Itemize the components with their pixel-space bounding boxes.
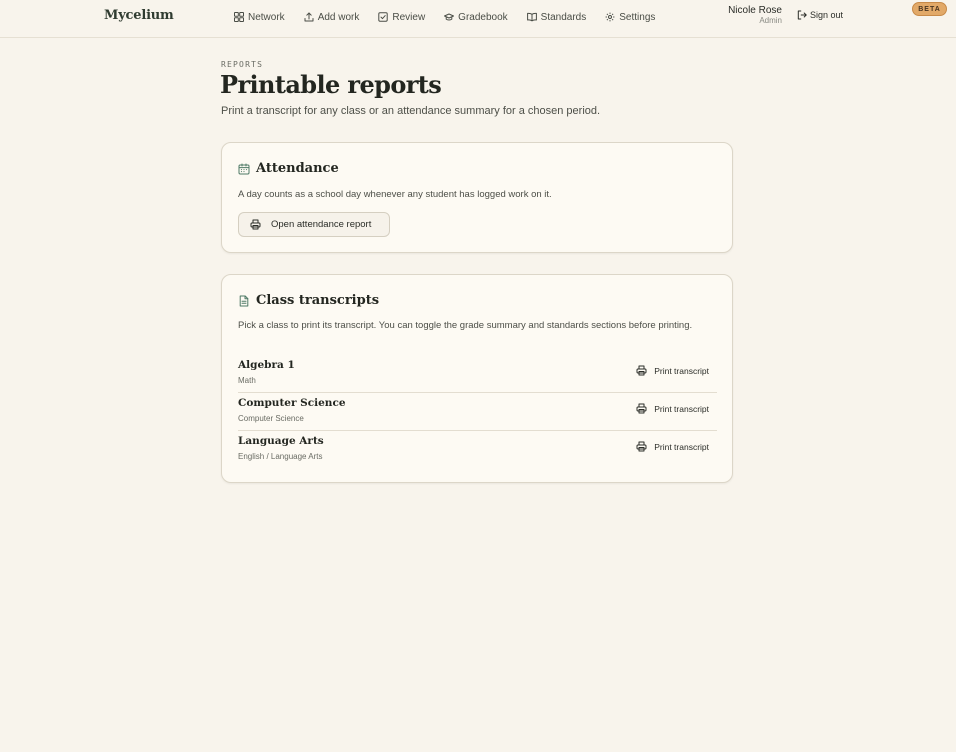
nav-network-label: Network [248,11,285,23]
nav-review[interactable]: Review [378,10,425,24]
sign-out-icon [797,10,807,20]
book-open-icon [526,12,537,22]
page-eyebrow: REPORTS [221,60,264,69]
nav-standards-label: Standards [540,11,587,23]
transcripts-title: Class transcripts [256,293,380,308]
calendar-icon [238,163,250,174]
open-attendance-report-button[interactable]: Open attendance report [238,212,390,237]
print-transcript-label: Print transcript [654,403,709,414]
transcripts-card: Class transcripts Pick a class to print … [221,274,733,483]
class-subject: Computer Science [238,414,304,423]
open-attendance-report-label: Open attendance report [271,219,372,230]
page-title: Printable reports [220,70,442,99]
printer-icon [636,441,647,452]
transcript-row: Algebra 1 Math Print transcript [238,355,717,393]
graduation-cap-icon [444,13,455,21]
print-transcript-label: Print transcript [654,365,709,376]
transcript-row: Computer Science Computer Science Print … [238,393,717,431]
transcript-list: Algebra 1 Math Print transcript Computer… [238,355,717,469]
user-role: Admin [759,16,782,25]
nav-review-label: Review [392,11,426,23]
beta-badge: BETA [912,2,947,16]
document-icon [239,295,249,306]
checkbox-icon [378,12,389,22]
printer-icon [636,365,647,376]
class-subject: English / Language Arts [238,452,323,461]
transcript-row: Language Arts English / Language Arts Pr… [238,431,717,469]
print-transcript-button[interactable]: Print transcript [636,403,709,414]
printer-icon [636,403,647,414]
nav-standards[interactable]: Standards [526,10,587,24]
grid-icon [234,12,244,22]
user-name: Nicole Rose [728,5,782,16]
class-name: Language Arts [238,435,324,447]
print-transcript-label: Print transcript [654,441,709,452]
printer-icon [250,219,261,230]
nav-add-work[interactable]: Add work [304,10,360,24]
sign-out-button[interactable]: Sign out [797,10,843,20]
attendance-card-header: Attendance [238,161,339,176]
upload-icon [304,12,314,22]
attendance-description: A day counts as a school day whenever an… [238,189,552,200]
class-name: Computer Science [238,397,346,409]
gear-icon [605,12,615,22]
nav-settings[interactable]: Settings [605,10,655,24]
transcripts-card-header: Class transcripts [238,293,379,308]
attendance-card: Attendance A day counts as a school day … [221,142,733,253]
attendance-title: Attendance [256,161,339,176]
sign-out-label: Sign out [810,10,844,20]
transcripts-description: Pick a class to print its transcript. Yo… [238,320,693,331]
brand-logo[interactable]: Mycelium [104,8,174,23]
user-info: Nicole Rose Admin [700,5,782,26]
class-name: Algebra 1 [238,359,295,371]
print-transcript-button[interactable]: Print transcript [636,441,709,452]
page-description: Print a transcript for any class or an a… [221,105,601,117]
nav-gradebook[interactable]: Gradebook [444,10,508,24]
print-transcript-button[interactable]: Print transcript [636,365,709,376]
main-nav: Network Add work Review Gradebook Standa… [234,10,674,24]
nav-settings-label: Settings [619,11,656,23]
nav-add-work-label: Add work [317,11,360,23]
class-subject: Math [238,376,256,385]
top-bar: Mycelium Network Add work Review Gradebo… [0,0,956,38]
nav-gradebook-label: Gradebook [458,11,508,23]
nav-network[interactable]: Network [234,10,285,24]
